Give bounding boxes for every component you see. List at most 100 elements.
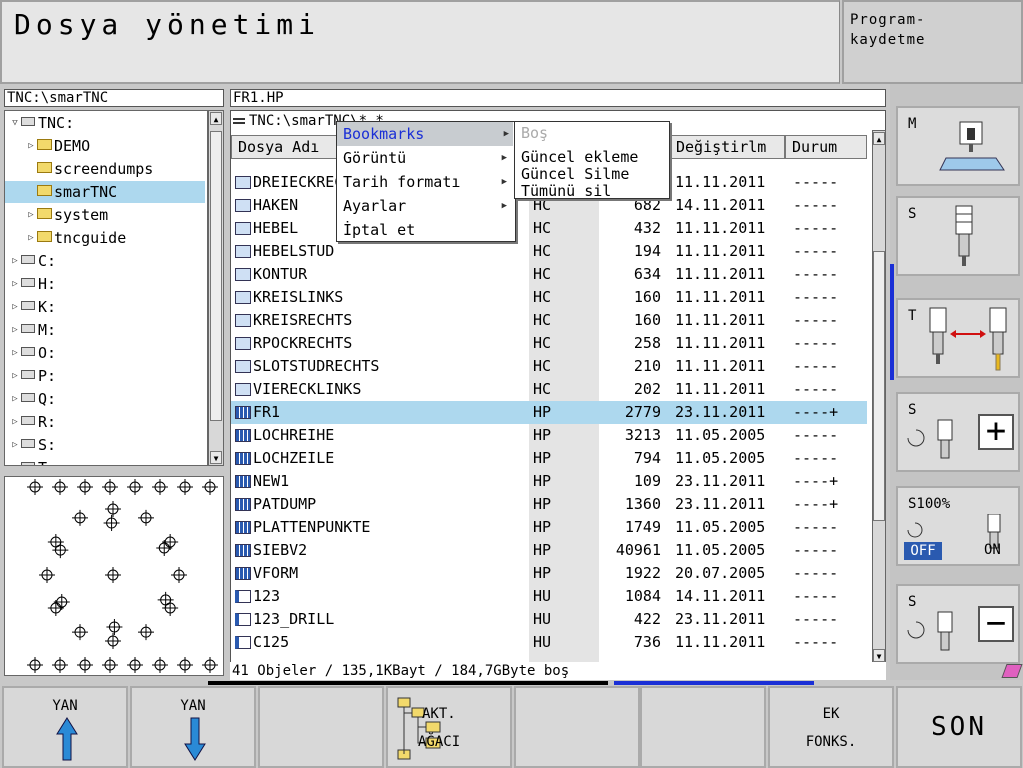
- file-row[interactable]: SIEBV2 HP 40961 11.05.2005 -----: [231, 539, 867, 562]
- menu-item-date-format[interactable]: Tarih formatı ▶: [343, 170, 511, 194]
- spindle-increase-button[interactable]: S +: [896, 392, 1020, 472]
- file-row[interactable]: HEBELSTUD HC 194 11.11.2011 -----: [231, 240, 867, 263]
- spindle-override-toggle[interactable]: S100% OFF ON: [896, 486, 1020, 566]
- tree-item[interactable]: ▷ R:: [5, 411, 205, 433]
- file-row[interactable]: 123_DRILL HU 422 23.11.2011 -----: [231, 608, 867, 631]
- tree-item-label: C:: [38, 252, 57, 270]
- file-scroll-thumb[interactable]: [873, 251, 885, 521]
- file-type: HC: [533, 242, 552, 260]
- directory-tree[interactable]: ▽ TNC: ▷ DEMO screendumps smarTNC ▷ system ▷ tncg…: [4, 110, 208, 466]
- file-row[interactable]: LOCHZEILE HP 794 11.05.2005 -----: [231, 447, 867, 470]
- file-type: HU: [533, 587, 552, 605]
- hole-crosshair: [52, 542, 69, 559]
- tree-item-label: M:: [38, 321, 57, 339]
- expand-arrow-icon[interactable]: ▷: [9, 250, 21, 272]
- expand-arrow-icon[interactable]: ▷: [9, 434, 21, 456]
- file-row[interactable]: C125 HU 736 11.11.2011 -----: [231, 631, 867, 654]
- menu-item-cancel[interactable]: İptal et: [343, 218, 511, 242]
- tree-item[interactable]: ▷ DEMO: [5, 135, 205, 157]
- file-type-icon: [235, 314, 251, 327]
- file-row[interactable]: PATDUMP HP 1360 23.11.2011 ----+: [231, 493, 867, 516]
- file-row[interactable]: HEBEL HC 432 11.11.2011 -----: [231, 217, 867, 240]
- column-header-modified[interactable]: Değiştirlm: [669, 135, 785, 159]
- file-list-scrollbar[interactable]: ▲ ▼: [872, 130, 886, 664]
- machine-table-icon: [939, 121, 1005, 171]
- list-icon: [233, 118, 245, 124]
- expand-arrow-icon[interactable]: ▷: [9, 319, 21, 341]
- file-date: 11.11.2011: [675, 633, 766, 651]
- file-row[interactable]: KREISLINKS HC 160 11.11.2011 -----: [231, 286, 867, 309]
- submenu-arrow-icon: ▶: [501, 177, 507, 187]
- file-row[interactable]: LOCHREIHE HP 3213 11.05.2005 -----: [231, 424, 867, 447]
- tree-item[interactable]: ▷ Q:: [5, 388, 205, 410]
- scroll-up-icon[interactable]: ▲: [210, 112, 222, 125]
- file-row[interactable]: KREISRECHTS HC 160 11.11.2011 -----: [231, 309, 867, 332]
- submenu-item-delete-all[interactable]: Tümünü sil: [521, 182, 611, 200]
- tree-item[interactable]: ▷ C:: [5, 250, 205, 272]
- tree-item[interactable]: ▷ M:: [5, 319, 205, 341]
- file-row[interactable]: PLATTENPUNKTE HP 1749 11.05.2005 -----: [231, 516, 867, 539]
- tree-item[interactable]: ▷ O:: [5, 342, 205, 364]
- expand-arrow-icon[interactable]: ▷: [9, 388, 21, 410]
- softkey-empty-5[interactable]: [514, 686, 640, 768]
- tree-item[interactable]: ▷ K:: [5, 296, 205, 318]
- expand-arrow-icon[interactable]: ▷: [25, 135, 37, 157]
- submenu-item-delete-current[interactable]: Güncel Silme: [521, 165, 629, 183]
- submenu-item-add-current[interactable]: Güncel ekleme: [521, 148, 638, 166]
- tree-item[interactable]: ▷ tncguide: [5, 227, 205, 249]
- tree-item[interactable]: ▷ system: [5, 204, 205, 226]
- expand-arrow-icon[interactable]: ▽: [9, 112, 21, 134]
- tree-item[interactable]: ▷ T:: [5, 457, 205, 465]
- column-header-status[interactable]: Durum: [785, 135, 867, 159]
- t-tool-button[interactable]: T: [896, 298, 1020, 378]
- tree-scroll-thumb[interactable]: [210, 131, 222, 421]
- hole-crosshair: [105, 501, 121, 517]
- softkey-empty-3[interactable]: [258, 686, 384, 768]
- expand-arrow-icon[interactable]: ▷: [25, 204, 37, 226]
- file-row[interactable]: RPOCKRECHTS HC 258 11.11.2011 -----: [231, 332, 867, 355]
- file-size: 3213: [624, 426, 661, 444]
- hole-crosshair: [77, 479, 93, 495]
- m-function-button[interactable]: M: [896, 106, 1020, 186]
- expand-arrow-icon[interactable]: ▷: [9, 273, 21, 295]
- menu-item-bookmarks[interactable]: Bookmarks ▶: [337, 122, 513, 146]
- file-date: 11.11.2011: [675, 357, 766, 375]
- spindle-decrease-button[interactable]: S −: [896, 584, 1020, 664]
- file-row[interactable]: FR1 HP 2779 23.11.2011 ----+: [231, 401, 867, 424]
- expand-arrow-icon[interactable]: ▷: [9, 296, 21, 318]
- tree-item[interactable]: screendumps: [5, 158, 205, 180]
- softkey-extra-functions[interactable]: EK FONKS.: [768, 686, 894, 768]
- file-type: HC: [533, 311, 552, 329]
- softkey-end[interactable]: SON: [896, 686, 1022, 768]
- file-name: HEBEL: [253, 219, 299, 237]
- file-row[interactable]: VFORM HP 1922 20.07.2005 -----: [231, 562, 867, 585]
- softkey-page-down[interactable]: YAN: [130, 686, 256, 768]
- tree-item[interactable]: ▽ TNC:: [5, 112, 205, 134]
- tree-item[interactable]: smarTNC: [5, 181, 205, 203]
- scroll-down-icon[interactable]: ▼: [873, 649, 885, 662]
- menu-item-settings[interactable]: Ayarlar ▶: [343, 194, 511, 218]
- menu-item-view[interactable]: Görüntü ▶: [343, 146, 511, 170]
- expand-arrow-icon[interactable]: ▷: [9, 342, 21, 364]
- scroll-up-icon[interactable]: ▲: [873, 132, 885, 145]
- expand-arrow-icon[interactable]: ▷: [9, 457, 21, 465]
- column-header-name[interactable]: Dosya Adı: [231, 135, 341, 159]
- softkey-empty-6[interactable]: [640, 686, 766, 768]
- s-spindle-button[interactable]: S: [896, 196, 1020, 276]
- file-row[interactable]: NEW1 HP 109 23.11.2011 ----+: [231, 470, 867, 493]
- file-row[interactable]: SLOTSTUDRECHTS HC 210 11.11.2011 -----: [231, 355, 867, 378]
- tree-scrollbar[interactable]: ▲ ▼: [208, 110, 224, 466]
- tree-item[interactable]: ▷ H:: [5, 273, 205, 295]
- scroll-down-icon[interactable]: ▼: [210, 451, 222, 464]
- file-row[interactable]: VIERECKLINKS HC 202 11.11.2011 -----: [231, 378, 867, 401]
- softkey-page-up[interactable]: YAN: [2, 686, 128, 768]
- file-row[interactable]: KONTUR HC 634 11.11.2011 -----: [231, 263, 867, 286]
- softkey-active-tree[interactable]: AKT. AĞACI: [386, 686, 512, 768]
- expand-arrow-icon[interactable]: ▷: [9, 365, 21, 387]
- tree-item[interactable]: ▷ S:: [5, 434, 205, 456]
- tree-item[interactable]: ▷ P:: [5, 365, 205, 387]
- expand-arrow-icon[interactable]: ▷: [9, 411, 21, 433]
- expand-arrow-icon[interactable]: ▷: [25, 227, 37, 249]
- hole-crosshair: [171, 567, 187, 583]
- file-row[interactable]: 123 HU 1084 14.11.2011 -----: [231, 585, 867, 608]
